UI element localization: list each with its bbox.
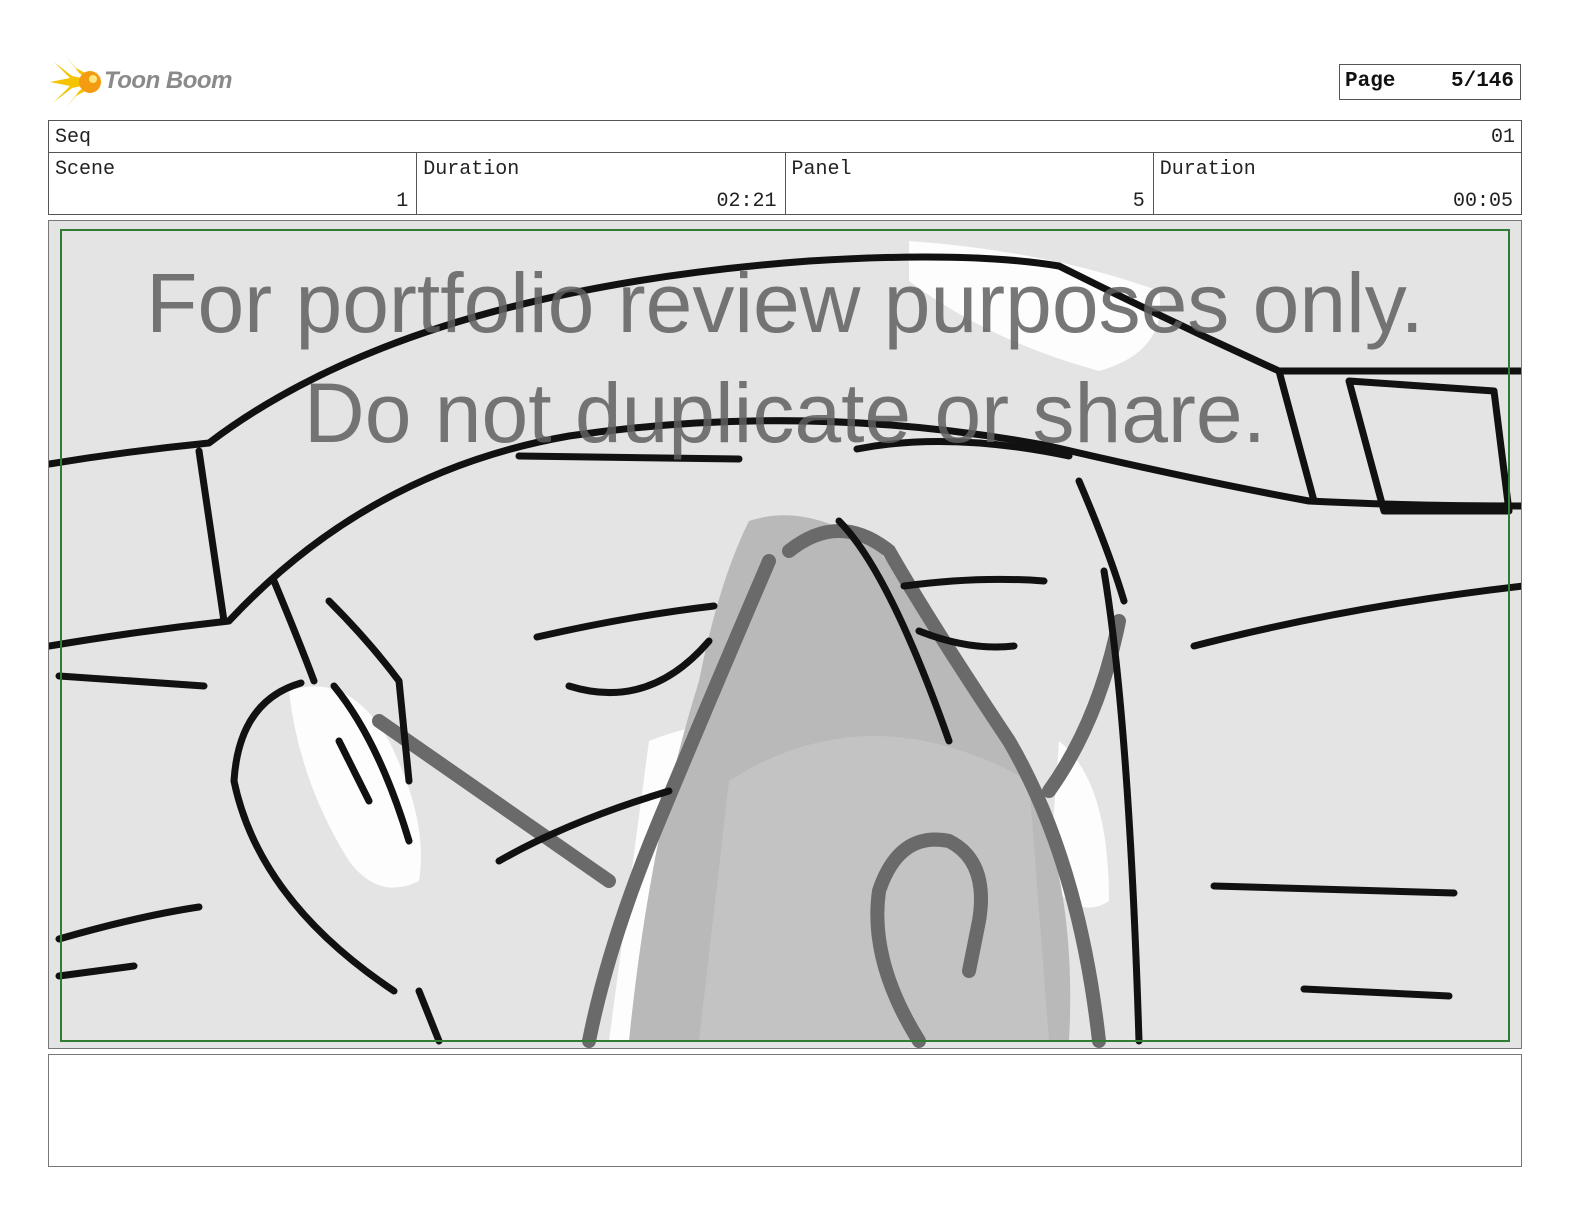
safe-area-frame <box>60 229 1510 1042</box>
panel-value: 5 <box>1132 190 1145 213</box>
page-indicator: Page 5/146 <box>1339 64 1521 100</box>
panel-duration-label: Duration <box>1159 158 1256 181</box>
panel-label: Panel <box>791 158 852 181</box>
page-label: Page <box>1345 70 1396 93</box>
storyboard-panel: For portfolio review purposes only. Do n… <box>48 220 1522 1049</box>
scene-label: Scene <box>55 158 116 181</box>
scene-value: 1 <box>396 190 409 213</box>
scene-cell: Scene 1 <box>49 153 418 214</box>
panel-duration-value: 00:05 <box>1452 190 1513 213</box>
shot-info-table: Seq 01 Scene 1 Duration 02:21 Panel 5 Du… <box>48 120 1522 215</box>
scene-duration-label: Duration <box>423 158 520 181</box>
sequence-row: Seq 01 <box>49 121 1521 153</box>
scene-duration-value: 02:21 <box>716 190 777 213</box>
panel-cell: Panel 5 <box>786 153 1154 214</box>
starburst-icon <box>50 56 102 108</box>
toon-boom-logo: Toon Boom <box>50 56 250 108</box>
page-number: 5/146 <box>1450 70 1514 93</box>
panel-duration-cell: Duration 00:05 <box>1154 153 1521 214</box>
logo-text: Toon Boom <box>104 67 232 94</box>
seq-value: 01 <box>1490 126 1515 149</box>
seq-label: Seq <box>55 126 92 149</box>
watermark-line-2: Do not duplicate or share. <box>304 366 1266 460</box>
notes-box <box>48 1054 1522 1167</box>
scene-duration-cell: Duration 02:21 <box>417 153 786 214</box>
watermark-line-1: For portfolio review purposes only. <box>146 256 1424 350</box>
